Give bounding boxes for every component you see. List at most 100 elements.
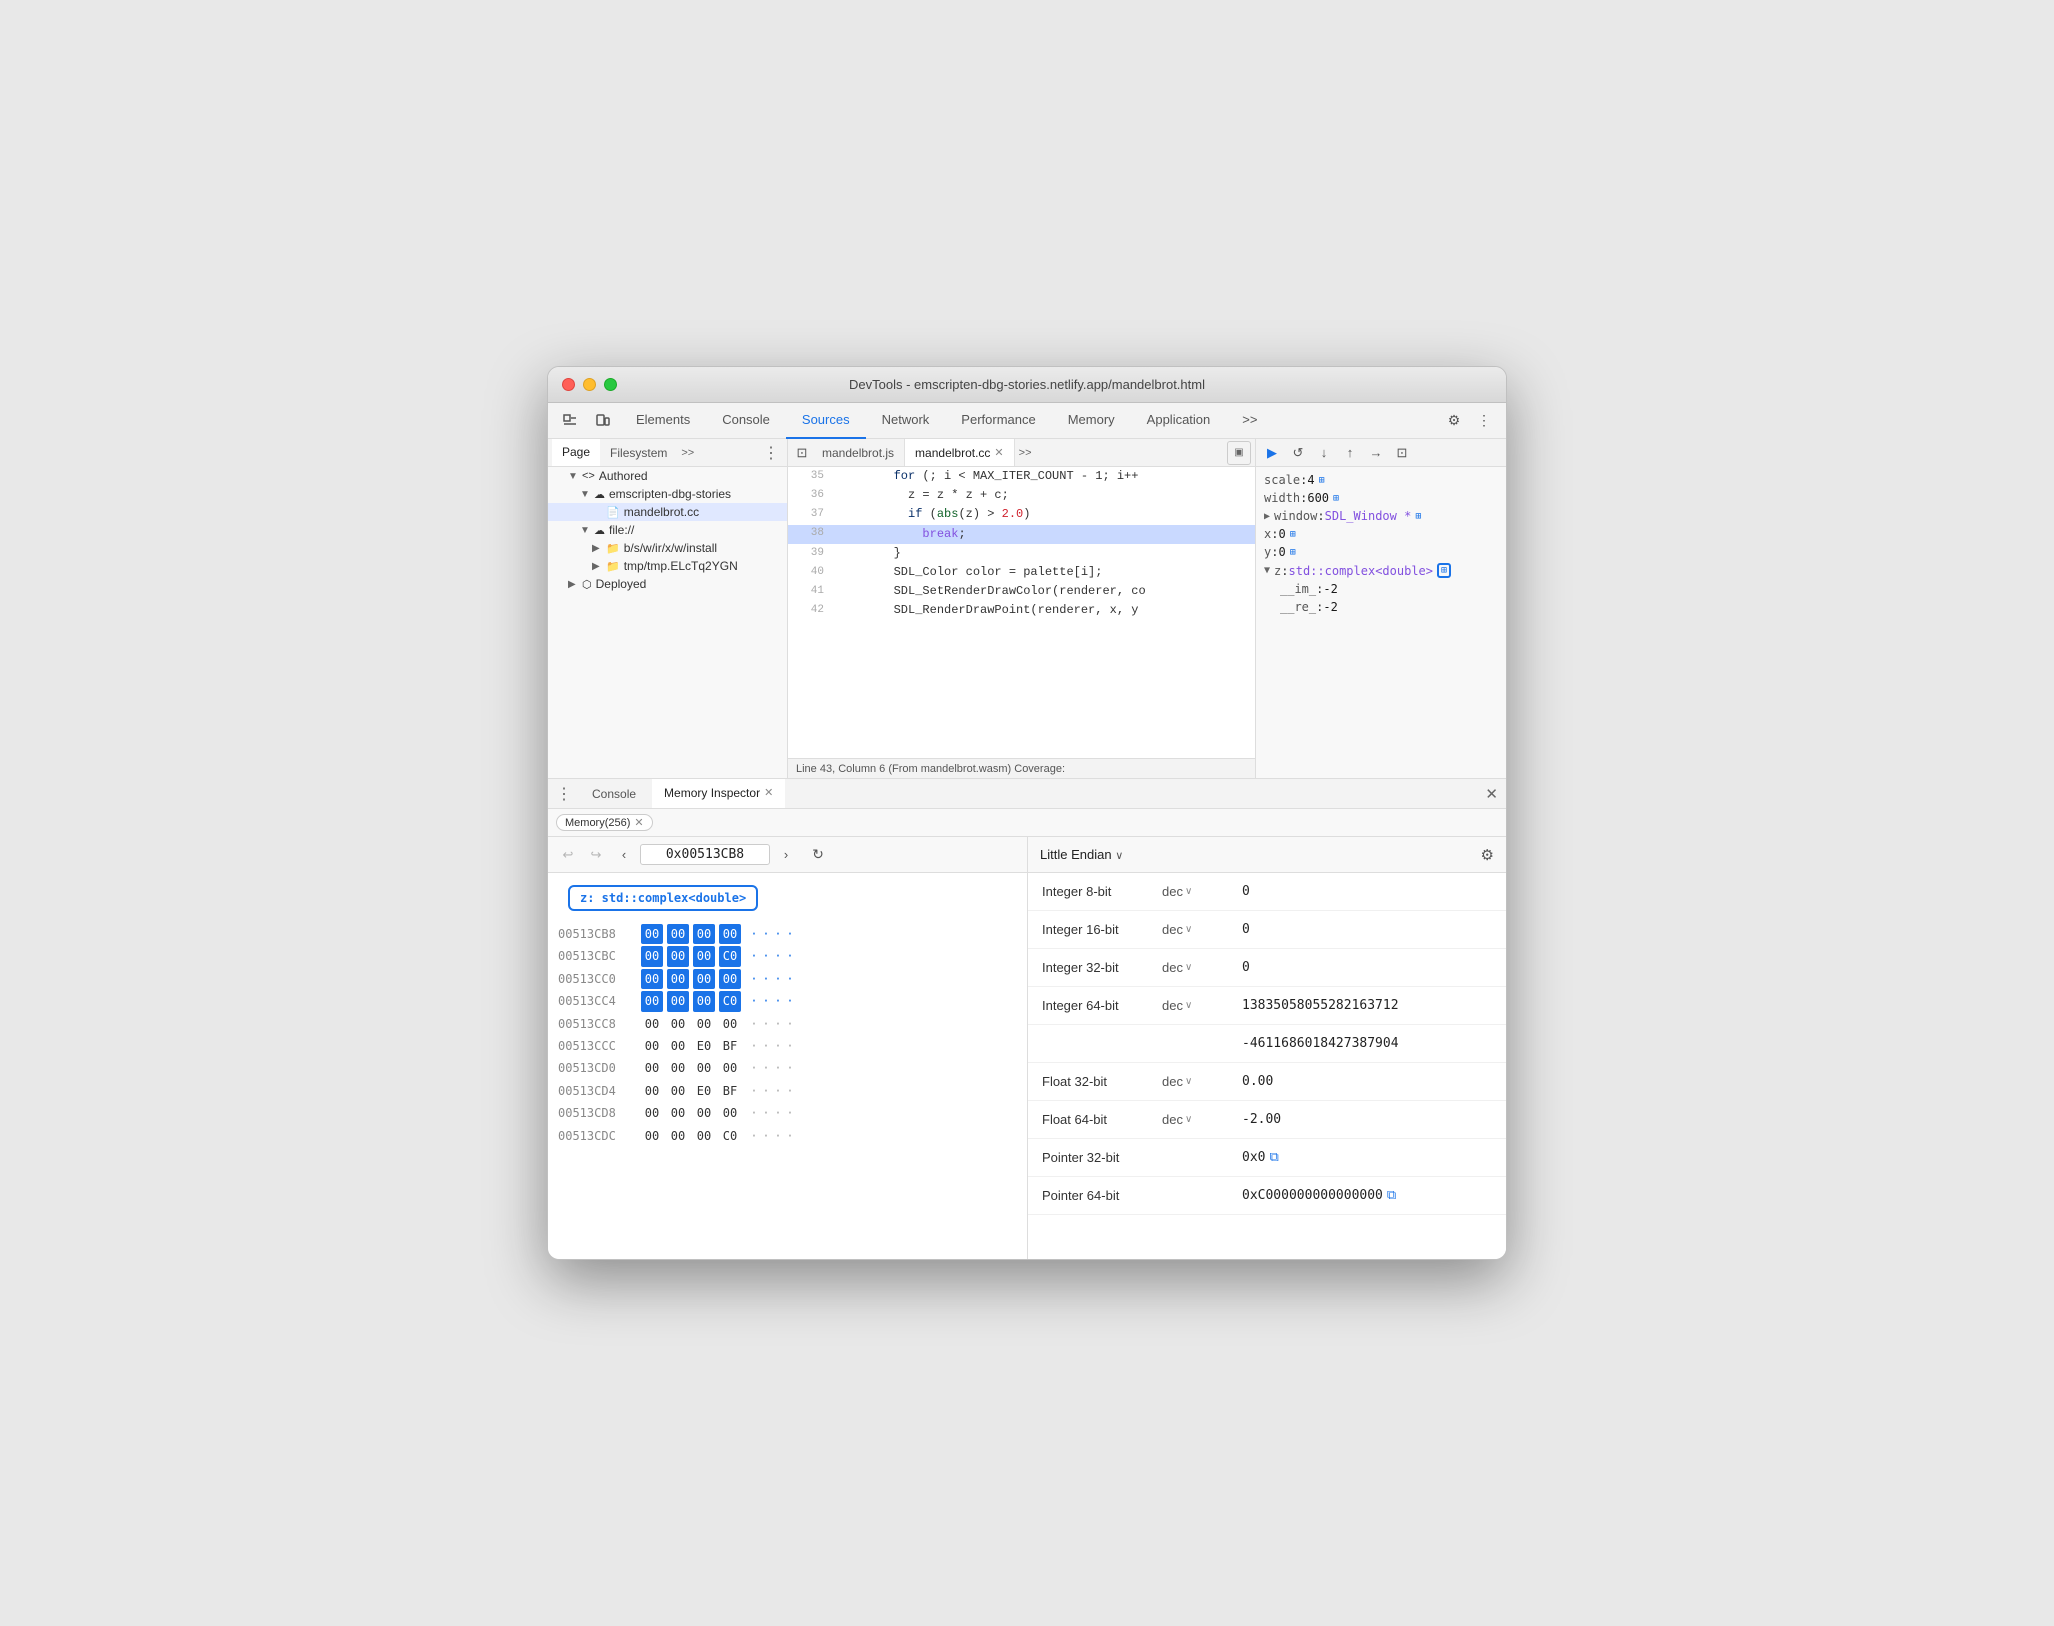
bottom-tab-memory-inspector[interactable]: Memory Inspector ✕ (652, 779, 785, 808)
var-z-re[interactable]: __re_ : -2 (1256, 598, 1506, 616)
step-into-button[interactable]: ↓ (1312, 441, 1336, 465)
interp-enc-int32[interactable]: dec ∨ (1162, 960, 1242, 975)
memory-icon-y[interactable]: ⊞ (1290, 547, 1296, 558)
var-width[interactable]: width : 600 ⊞ (1256, 489, 1506, 507)
step-button[interactable]: → (1364, 441, 1388, 465)
code-tab-mandelbrot-js[interactable]: mandelbrot.js (812, 439, 905, 466)
memory-icon-z[interactable]: ⊞ (1437, 563, 1451, 578)
memory-icon-scale[interactable]: ⊞ (1319, 475, 1325, 486)
code-line-41: 41 SDL_SetRenderDrawColor(renderer, co (788, 582, 1255, 601)
more-secondary-tabs[interactable]: >> (677, 447, 698, 459)
close-bottom-panel-button[interactable]: ✕ (1485, 785, 1498, 803)
secondary-panel-menu[interactable]: ⋮ (759, 443, 783, 463)
step-out-button[interactable]: ↑ (1338, 441, 1362, 465)
interp-row-int64-cont: -4611686018427387904 (1028, 1025, 1506, 1063)
code-tab-mandelbrot-cc[interactable]: mandelbrot.cc ✕ (905, 439, 1015, 466)
endian-select[interactable]: Little Endian ∨ (1040, 847, 1123, 862)
deployed-icon: ⬡ (582, 578, 592, 591)
tab-elements[interactable]: Elements (620, 403, 706, 439)
interp-settings-button[interactable]: ⚙ (1481, 846, 1494, 864)
close-tab-button[interactable]: ✕ (994, 446, 1003, 459)
tree-emscripten[interactable]: ▼ ☁ emscripten-dbg-stories (548, 485, 787, 503)
tree-tmp[interactable]: ▶ 📁 tmp/tmp.ELcTq2YGN (548, 557, 787, 575)
address-input[interactable] (640, 844, 770, 865)
step-over-button[interactable]: ↺ (1286, 441, 1310, 465)
cloud-icon: ☁ (594, 488, 605, 501)
tab-application[interactable]: Application (1131, 403, 1227, 439)
interp-val-float32: 0.00 (1242, 1074, 1273, 1089)
close-memory-chip-button[interactable]: ✕ (634, 816, 643, 829)
interp-enc-int8[interactable]: dec ∨ (1162, 884, 1242, 899)
more-options-button[interactable]: ⋮ (1470, 407, 1498, 435)
refresh-button[interactable]: ↻ (806, 843, 830, 867)
resume-button[interactable]: ▶ (1260, 441, 1284, 465)
cloud-icon-2: ☁ (594, 524, 605, 537)
tab-network[interactable]: Network (866, 403, 946, 439)
tab-memory[interactable]: Memory (1052, 403, 1131, 439)
var-window[interactable]: ▶ window : SDL_Window * ⊞ (1256, 507, 1506, 525)
memory-icon-x[interactable]: ⊞ (1290, 529, 1296, 540)
code-tab-cc-label: mandelbrot.cc (915, 446, 990, 460)
code-content: 35 for (; i < MAX_ITER_COUNT - 1; i++ 36… (788, 467, 1255, 758)
split-panel-button[interactable]: ▣ (1227, 441, 1251, 465)
tab-sources[interactable]: Sources (786, 403, 866, 439)
interp-row-float32: Float 32-bit dec ∨ 0.00 (1028, 1063, 1506, 1101)
tree-authored[interactable]: ▼ <> Authored (548, 467, 787, 485)
memory-icon-window[interactable]: ⊞ (1415, 511, 1421, 522)
tree-install[interactable]: ▶ 📁 b/s/w/ir/x/w/install (548, 539, 787, 557)
interp-enc-float32[interactable]: dec ∨ (1162, 1074, 1242, 1089)
more-code-tabs[interactable]: >> (1015, 447, 1036, 459)
interp-type-float64: Float 64-bit (1042, 1112, 1162, 1127)
device-toggle-button[interactable] (588, 407, 616, 435)
interp-val-float64: -2.00 (1242, 1112, 1281, 1127)
tab-more[interactable]: >> (1226, 403, 1273, 439)
tab-filesystem[interactable]: Filesystem (600, 439, 677, 466)
interp-enc-int64[interactable]: dec ∨ (1162, 998, 1242, 1013)
close-button[interactable] (562, 378, 575, 391)
status-text: Line 43, Column 6 (From mandelbrot.wasm)… (796, 763, 1065, 775)
nav-next-button[interactable]: › (774, 843, 798, 867)
folder-icon: 📁 (606, 542, 620, 555)
secondary-tab-bar: Page Filesystem >> ⋮ (548, 439, 787, 467)
minimize-button[interactable] (583, 378, 596, 391)
memory-main: ↩ ↪ ‹ › ↻ z: std::complex<double> (548, 837, 1506, 1259)
var-highlight-container: z: std::complex<double> (548, 873, 1027, 923)
fullscreen-button[interactable] (604, 378, 617, 391)
breakpoints-icon[interactable]: ⊡ (792, 443, 812, 463)
ext-link-icon-ptr32[interactable]: ⧉ (1269, 1150, 1278, 1165)
tab-performance[interactable]: Performance (945, 403, 1051, 439)
deactivate-breakpoints-button[interactable]: ⊡ (1390, 441, 1414, 465)
tree-authored-label: Authored (599, 469, 648, 483)
nav-prev-button[interactable]: ‹ (612, 843, 636, 867)
hex-row-7: 00513CD4 00 00 E0 BF · · · (548, 1080, 1027, 1102)
authored-icon: <> (582, 470, 595, 482)
tree-mandelbrot-cc[interactable]: 📄 mandelbrot.cc (548, 503, 787, 521)
tree-deployed[interactable]: ▶ ⬡ Deployed (548, 575, 787, 593)
tree-file-protocol[interactable]: ▼ ☁ file:// (548, 521, 787, 539)
tab-page[interactable]: Page (552, 439, 600, 466)
settings-button[interactable]: ⚙ (1440, 407, 1468, 435)
var-y[interactable]: y : 0 ⊞ (1256, 543, 1506, 561)
ext-link-icon-ptr64[interactable]: ⧉ (1387, 1188, 1396, 1203)
code-line-35: 35 for (; i < MAX_ITER_COUNT - 1; i++ (788, 467, 1255, 486)
memory-icon-width[interactable]: ⊞ (1333, 493, 1339, 504)
bottom-tab-console[interactable]: Console (580, 779, 648, 808)
hex-row-0: 00513CB8 00 00 00 00 · · · (548, 923, 1027, 945)
memory-chip-label: Memory(256) (565, 817, 630, 829)
var-scale[interactable]: scale : 4 ⊞ (1256, 471, 1506, 489)
tree-arrow: ▼ (568, 471, 582, 482)
history-back-button[interactable]: ↩ (556, 843, 580, 867)
interp-row-int32: Integer 32-bit dec ∨ 0 (1028, 949, 1506, 987)
var-z[interactable]: ▼ z : std::complex<double> ⊞ (1256, 561, 1506, 580)
tree-deployed-label: Deployed (596, 577, 647, 591)
var-z-im[interactable]: __im_ : -2 (1256, 580, 1506, 598)
interp-enc-int16[interactable]: dec ∨ (1162, 922, 1242, 937)
interp-enc-float64[interactable]: dec ∨ (1162, 1112, 1242, 1127)
inspect-element-button[interactable] (556, 407, 584, 435)
history-forward-button[interactable]: ↪ (584, 843, 608, 867)
tab-console[interactable]: Console (706, 403, 786, 439)
close-memory-tab-button[interactable]: ✕ (764, 786, 773, 799)
code-line-36: 36 z = z * z + c; (788, 486, 1255, 505)
bottom-panel-dots[interactable]: ⋮ (556, 784, 572, 804)
var-x[interactable]: x : 0 ⊞ (1256, 525, 1506, 543)
